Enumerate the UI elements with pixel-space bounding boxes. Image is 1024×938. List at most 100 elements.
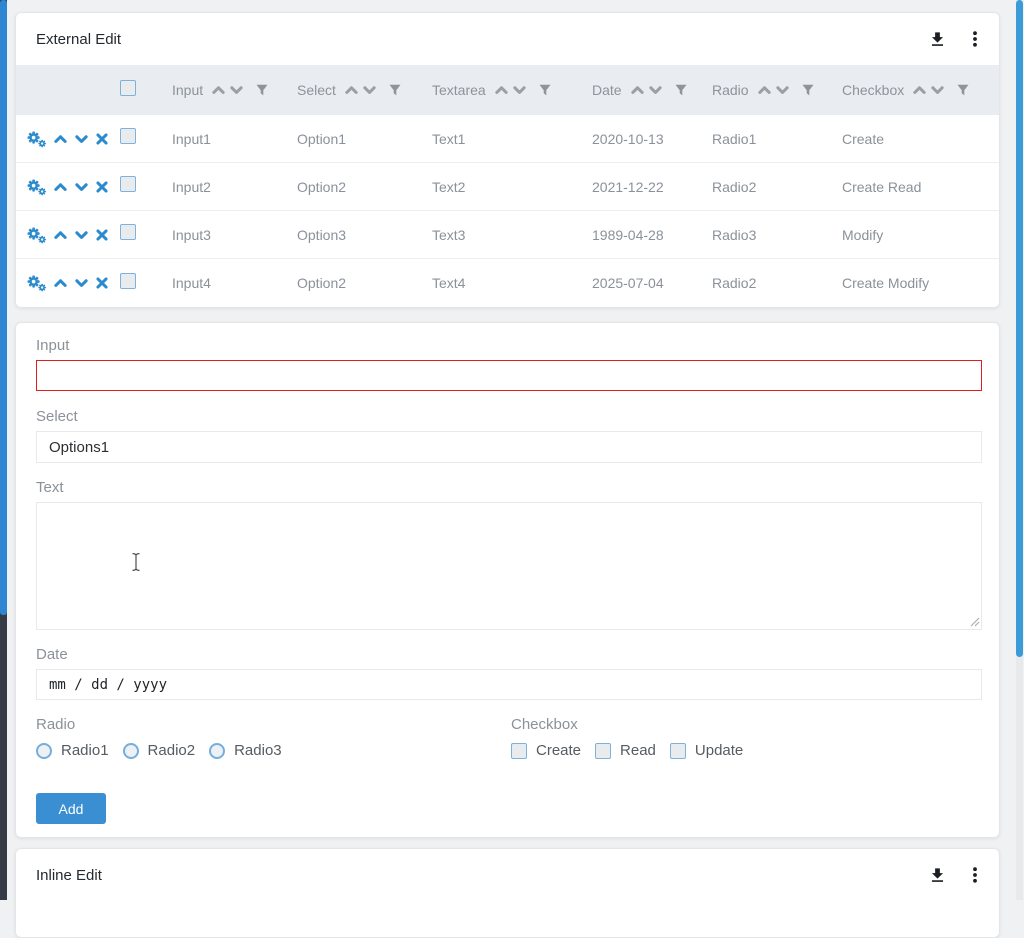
cell-radio: Radio3 — [712, 227, 842, 243]
checkbox-group-label: Checkbox — [511, 716, 757, 733]
input-field[interactable] — [36, 360, 982, 391]
select-label: Select — [36, 408, 982, 425]
radio-icon[interactable] — [36, 743, 52, 759]
left-scrollbar-thumb[interactable] — [0, 0, 7, 615]
sort-asc-icon[interactable] — [631, 85, 644, 95]
cell-select: Option2 — [297, 275, 432, 291]
column-header-checkbox: Checkbox — [842, 82, 999, 98]
download-button[interactable] — [928, 866, 947, 885]
row-settings-button[interactable] — [25, 274, 46, 292]
checkbox-icon[interactable] — [595, 743, 611, 759]
checkbox-icon[interactable] — [511, 743, 527, 759]
x-icon — [96, 181, 108, 193]
checkbox-option-create[interactable]: Create — [511, 742, 581, 759]
sort-asc-icon[interactable] — [495, 85, 508, 95]
external-edit-card: External Edit Input Select Textarea — [15, 12, 1000, 308]
cogs-icon — [25, 226, 46, 244]
row-settings-button[interactable] — [25, 130, 46, 148]
text-label: Text — [36, 479, 982, 496]
cogs-icon — [25, 274, 46, 292]
date-label: Date — [36, 646, 982, 663]
row-checkbox[interactable] — [120, 273, 136, 289]
cell-radio: Radio2 — [712, 275, 842, 291]
row-delete-button[interactable] — [96, 133, 108, 145]
sort-asc-icon[interactable] — [913, 85, 926, 95]
row-checkbox[interactable] — [120, 224, 136, 240]
radio-option-radio1[interactable]: Radio1 — [36, 742, 109, 759]
row-move-down-button[interactable] — [75, 134, 88, 144]
card-menu-button[interactable] — [973, 867, 977, 883]
sort-desc-icon[interactable] — [931, 85, 944, 95]
chevron-up-icon — [54, 230, 67, 240]
column-header-radio: Radio — [712, 82, 842, 98]
sort-desc-icon[interactable] — [363, 85, 376, 95]
filter-icon[interactable] — [675, 84, 687, 96]
row-move-up-button[interactable] — [54, 134, 67, 144]
row-delete-button[interactable] — [96, 229, 108, 241]
column-header-input: Input — [172, 82, 297, 98]
select-field[interactable]: Options1 — [36, 431, 982, 463]
checkbox-option-read[interactable]: Read — [595, 742, 656, 759]
row-move-down-button[interactable] — [75, 230, 88, 240]
sort-asc-icon[interactable] — [345, 85, 358, 95]
cell-input: Input4 — [172, 275, 297, 291]
row-settings-button[interactable] — [25, 178, 46, 196]
row-move-down-button[interactable] — [75, 182, 88, 192]
table-row: Input3 Option3 Text3 1989-04-28 Radio3 M… — [16, 211, 999, 259]
cell-textarea: Text1 — [432, 131, 592, 147]
left-scrollbar-track[interactable] — [0, 0, 7, 900]
checkbox-option-update[interactable]: Update — [670, 742, 743, 759]
row-settings-button[interactable] — [25, 226, 46, 244]
row-move-up-button[interactable] — [54, 230, 67, 240]
cell-select: Option3 — [297, 227, 432, 243]
row-move-up-button[interactable] — [54, 278, 67, 288]
select-all-checkbox[interactable] — [120, 80, 136, 96]
row-checkbox[interactable] — [120, 176, 136, 192]
chevron-up-icon — [54, 278, 67, 288]
date-field[interactable] — [36, 669, 982, 700]
cell-checkbox: Modify — [842, 227, 999, 243]
row-delete-button[interactable] — [96, 181, 108, 193]
cell-select: Option1 — [297, 131, 432, 147]
checkbox-icon[interactable] — [670, 743, 686, 759]
column-header-textarea: Textarea — [432, 82, 592, 98]
radio-option-radio3[interactable]: Radio3 — [209, 742, 282, 759]
table-header-row: Input Select Textarea Date Radio — [16, 65, 999, 115]
text-field[interactable] — [36, 502, 982, 630]
sort-asc-icon[interactable] — [758, 85, 771, 95]
row-checkbox[interactable] — [120, 128, 136, 144]
sort-desc-icon[interactable] — [513, 85, 526, 95]
checkbox-group: Create Read Update — [511, 742, 757, 759]
download-icon — [928, 866, 947, 885]
sort-desc-icon[interactable] — [230, 85, 243, 95]
radio-option-radio2[interactable]: Radio2 — [123, 742, 196, 759]
right-scrollbar-track[interactable] — [1016, 0, 1023, 900]
cell-date: 2020-10-13 — [592, 131, 712, 147]
filter-icon[interactable] — [957, 84, 969, 96]
add-button[interactable]: Add — [36, 793, 106, 824]
inline-edit-title: Inline Edit — [36, 867, 102, 884]
radio-icon[interactable] — [209, 743, 225, 759]
filter-icon[interactable] — [802, 84, 814, 96]
row-move-down-button[interactable] — [75, 278, 88, 288]
filter-icon[interactable] — [256, 84, 268, 96]
chevron-up-icon — [54, 182, 67, 192]
radio-icon[interactable] — [123, 743, 139, 759]
sort-asc-icon[interactable] — [212, 85, 225, 95]
row-delete-button[interactable] — [96, 277, 108, 289]
row-move-up-button[interactable] — [54, 182, 67, 192]
filter-icon[interactable] — [539, 84, 551, 96]
chevron-down-icon — [75, 182, 88, 192]
table-row: Input2 Option2 Text2 2021-12-22 Radio2 C… — [16, 163, 999, 211]
x-icon — [96, 277, 108, 289]
download-button[interactable] — [928, 30, 947, 49]
column-header-date: Date — [592, 82, 712, 98]
right-scrollbar-thumb[interactable] — [1016, 0, 1023, 657]
card-menu-button[interactable] — [973, 31, 977, 47]
sort-desc-icon[interactable] — [649, 85, 662, 95]
sort-desc-icon[interactable] — [776, 85, 789, 95]
cell-input: Input3 — [172, 227, 297, 243]
cell-checkbox: Create Read — [842, 179, 999, 195]
filter-icon[interactable] — [389, 84, 401, 96]
cell-checkbox: Create — [842, 131, 999, 147]
